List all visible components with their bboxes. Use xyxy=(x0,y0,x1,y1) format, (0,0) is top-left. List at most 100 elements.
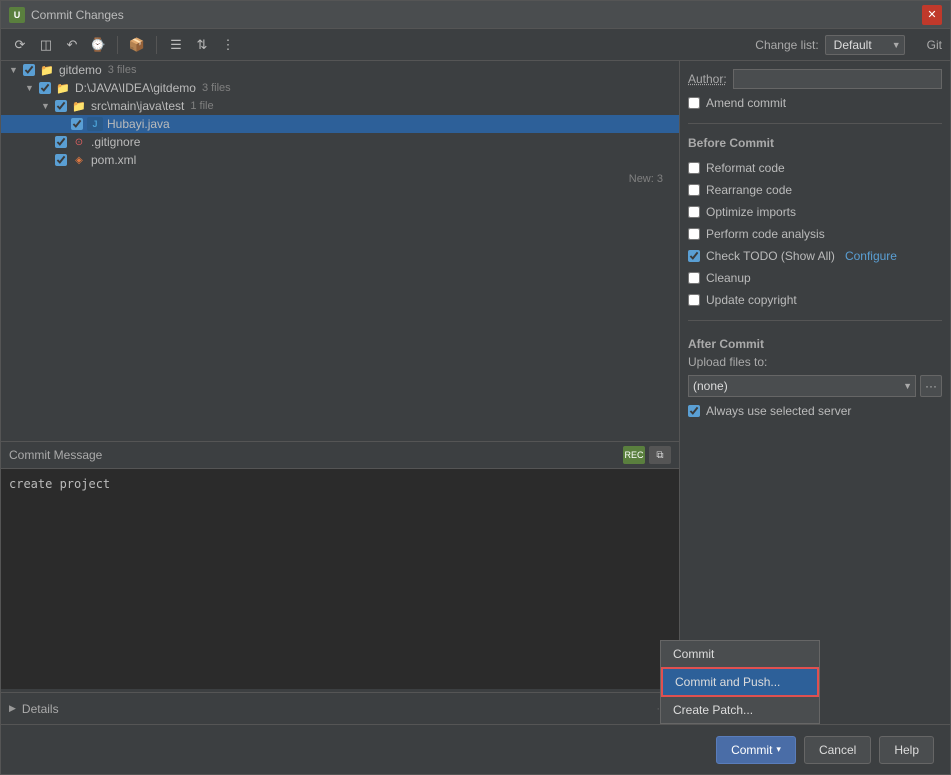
diff-btn[interactable]: ◫ xyxy=(35,34,57,56)
reformat-checkbox[interactable] xyxy=(688,162,700,174)
copyright-checkbox[interactable] xyxy=(688,294,700,306)
tree-count-src: 1 file xyxy=(190,100,213,112)
checkbox-gitignore[interactable] xyxy=(55,136,67,148)
configure-link[interactable]: Configure xyxy=(845,249,897,263)
tree-label-pom: pom.xml xyxy=(91,153,136,167)
checkbox-hubayi[interactable] xyxy=(71,118,83,130)
reformat-label: Reformat code xyxy=(706,161,785,175)
tree-arrow-src: ▼ xyxy=(41,101,53,111)
folder-icon-gitdemo: 📁 xyxy=(39,63,55,77)
close-button[interactable]: ✕ xyxy=(922,5,942,25)
tree-item-gitdemo[interactable]: ▼ 📁 gitdemo 3 files xyxy=(1,61,679,79)
toolbar: ⟳ ◫ ↶ ⌚ 📦 ☰ ⇅ ⋮ Change list: Default ▼ G… xyxy=(1,29,950,61)
left-panel: ▼ 📁 gitdemo 3 files ▼ 📁 D:\JAVA\IDEA\git… xyxy=(1,61,680,724)
upload-select-row: (none) ▼ ··· xyxy=(688,375,942,397)
details-arrow-icon: ▶ xyxy=(9,703,16,714)
file-tree: ▼ 📁 gitdemo 3 files ▼ 📁 D:\JAVA\IDEA\git… xyxy=(1,61,679,441)
java-icon-hubayi: J xyxy=(87,117,103,131)
history-btn[interactable]: ⌚ xyxy=(87,34,109,56)
main-content: ▼ 📁 gitdemo 3 files ▼ 📁 D:\JAVA\IDEA\git… xyxy=(1,61,950,724)
commit-dropdown-arrow-icon: ▾ xyxy=(776,744,781,755)
commit-button[interactable]: Commit ▾ xyxy=(716,736,796,764)
tree-item-src[interactable]: ▼ 📁 src\main\java\test 1 file xyxy=(1,97,679,115)
tree-label-gitignore: .gitignore xyxy=(91,135,140,149)
right-panel: Author: Amend commit Before Commit Refor… xyxy=(680,61,950,724)
copyright-row: Update copyright xyxy=(688,292,942,308)
analyze-checkbox[interactable] xyxy=(688,228,700,240)
upload-select-wrapper: (none) ▼ xyxy=(688,375,916,397)
before-commit-label: Before Commit xyxy=(688,136,942,150)
toolbar-sep-1 xyxy=(117,36,118,54)
checkbox-pom[interactable] xyxy=(55,154,67,166)
divider-2 xyxy=(688,320,942,321)
tree-label-hubayi: Hubayi.java xyxy=(107,117,170,131)
bottom-bar: Commit Commit and Push... Create Patch..… xyxy=(1,724,950,774)
tree-item-path[interactable]: ▼ 📁 D:\JAVA\IDEA\gitdemo 3 files xyxy=(1,79,679,97)
commit-message-label: Commit Message xyxy=(9,448,102,462)
cleanup-label: Cleanup xyxy=(706,271,751,285)
commit-dropdown-menu: Commit Commit and Push... Create Patch..… xyxy=(660,640,820,724)
commit-message-tools: REC ⧉ xyxy=(623,446,671,464)
optimize-label: Optimize imports xyxy=(706,205,796,219)
tree-item-pom[interactable]: ▶ ◈ pom.xml xyxy=(1,151,679,169)
author-label: Author: xyxy=(688,72,727,86)
tree-label-src: src\main\java\test xyxy=(91,99,184,113)
always-server-checkbox[interactable] xyxy=(688,405,700,417)
rearrange-row: Rearrange code xyxy=(688,182,942,198)
checkbox-src[interactable] xyxy=(55,100,67,112)
xml-icon-pom: ◈ xyxy=(71,153,87,167)
upload-row: Upload files to: xyxy=(688,355,942,369)
checkbox-gitdemo[interactable] xyxy=(23,64,35,76)
reformat-row: Reformat code xyxy=(688,160,942,176)
group-btn[interactable]: ⋮ xyxy=(217,34,239,56)
rec-btn[interactable]: REC xyxy=(623,446,645,464)
cancel-button[interactable]: Cancel xyxy=(804,736,871,764)
folder-icon-src: 📁 xyxy=(71,99,87,113)
refresh-btn[interactable]: ⟳ xyxy=(9,34,31,56)
sort-btn[interactable]: ⇅ xyxy=(191,34,213,56)
rearrange-checkbox[interactable] xyxy=(688,184,700,196)
details-label: Details xyxy=(22,702,59,716)
dropdown-create-patch-option[interactable]: Create Patch... xyxy=(661,697,819,723)
commit-message-section: Commit Message REC ⧉ xyxy=(1,441,679,692)
commit-message-textarea[interactable] xyxy=(1,469,679,689)
window-icon: U xyxy=(9,7,25,23)
tree-label-path: D:\JAVA\IDEA\gitdemo xyxy=(75,81,196,95)
tree-label-gitdemo: gitdemo xyxy=(59,63,102,77)
copyright-label: Update copyright xyxy=(706,293,797,307)
tree-item-hubayi[interactable]: ▶ J Hubayi.java xyxy=(1,115,679,133)
author-row: Author: xyxy=(688,69,942,89)
commit-button-label: Commit xyxy=(731,743,772,757)
upload-select[interactable]: (none) xyxy=(688,375,916,397)
new-count-row: New: 3 xyxy=(1,169,679,189)
amend-label: Amend commit xyxy=(706,96,786,110)
msg-copy-btn[interactable]: ⧉ xyxy=(649,446,671,464)
always-server-label: Always use selected server xyxy=(706,404,851,418)
tree-item-gitignore[interactable]: ▶ ⊙ .gitignore xyxy=(1,133,679,151)
rearrange-label: Rearrange code xyxy=(706,183,792,197)
help-button[interactable]: Help xyxy=(879,736,934,764)
cleanup-checkbox[interactable] xyxy=(688,272,700,284)
author-input[interactable] xyxy=(733,69,942,89)
analyze-row: Perform code analysis xyxy=(688,226,942,242)
tree-count-path: 3 files xyxy=(202,82,231,94)
folder-icon-path: 📁 xyxy=(55,81,71,95)
todo-row: Check TODO (Show All) Configure xyxy=(688,248,942,264)
optimize-checkbox[interactable] xyxy=(688,206,700,218)
git-label: Git xyxy=(927,38,942,52)
optimize-row: Optimize imports xyxy=(688,204,942,220)
filter-btn[interactable]: ☰ xyxy=(165,34,187,56)
checkbox-path[interactable] xyxy=(39,82,51,94)
details-section[interactable]: ▶ Details ···· xyxy=(1,692,679,724)
main-window: U Commit Changes ✕ ⟳ ◫ ↶ ⌚ 📦 ☰ ⇅ ⋮ Chang… xyxy=(0,0,951,775)
upload-config-btn[interactable]: ··· xyxy=(920,375,942,397)
always-use-server-row: Always use selected server xyxy=(688,403,942,419)
shelf-btn[interactable]: 📦 xyxy=(126,34,148,56)
todo-checkbox[interactable] xyxy=(688,250,700,262)
revert-btn[interactable]: ↶ xyxy=(61,34,83,56)
changelist-select[interactable]: Default xyxy=(825,35,905,55)
dropdown-commit-option[interactable]: Commit xyxy=(661,641,819,667)
dropdown-commit-push-option[interactable]: Commit and Push... xyxy=(661,667,819,697)
amend-checkbox[interactable] xyxy=(688,97,700,109)
analyze-label: Perform code analysis xyxy=(706,227,825,241)
